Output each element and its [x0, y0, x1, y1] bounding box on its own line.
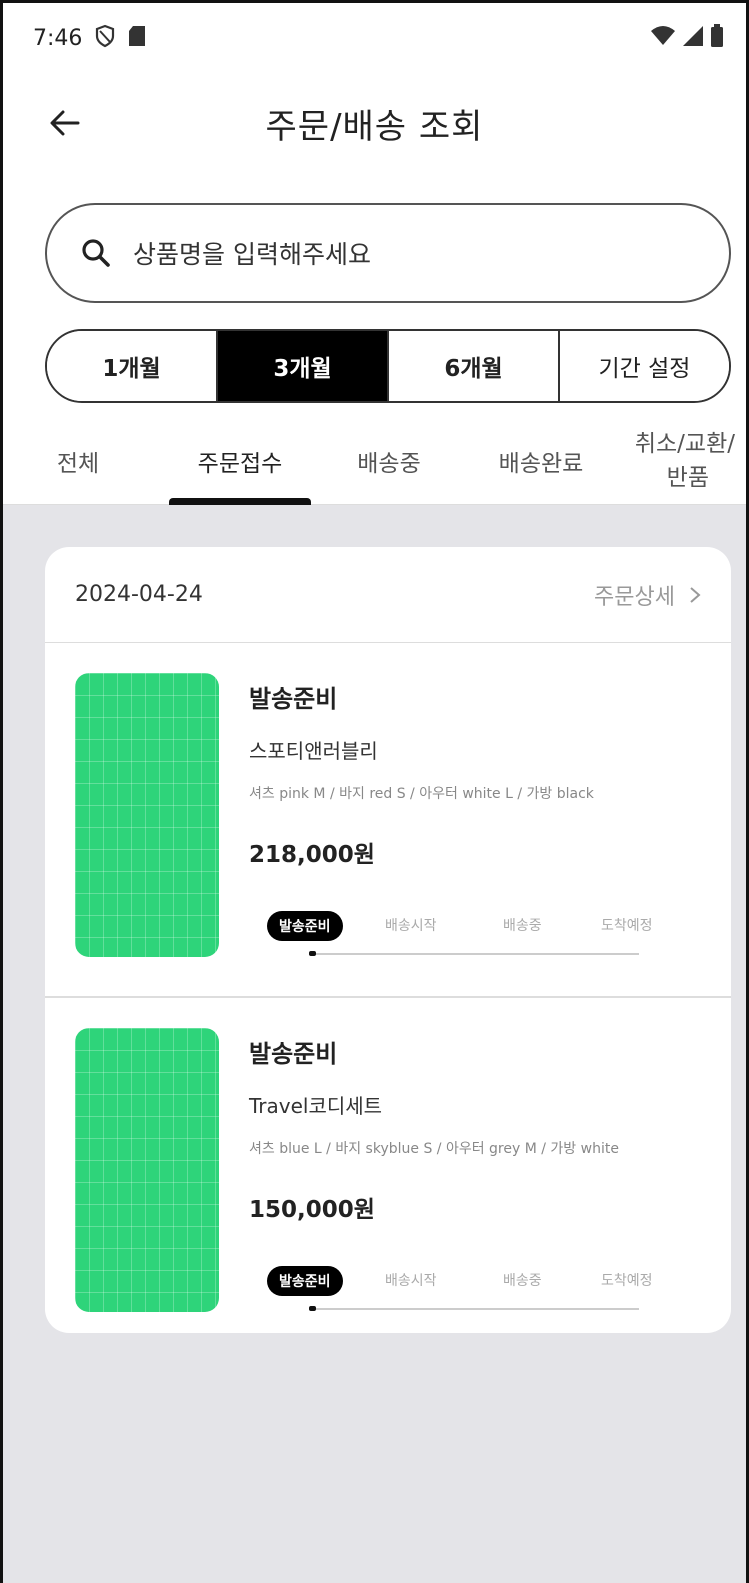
item-status: 발송준비: [249, 685, 338, 713]
order-list: 2024-04-24 주문상세 발송준비 스포티앤러블리 셔츠 pink M /…: [3, 505, 746, 1583]
item-name: Travel코디세트: [249, 1094, 383, 1118]
period-custom[interactable]: 기간 설정: [560, 331, 729, 401]
delivery-progress: 발송준비 배송시작 배송중 도착예정: [267, 911, 679, 963]
step-preparing: 발송준비: [267, 1266, 343, 1296]
status-right: [650, 24, 724, 52]
order-item[interactable]: 발송준비 스포티앤러블리 셔츠 pink M / 바지 red S / 아우터 …: [45, 643, 731, 998]
period-6-months[interactable]: 6개월: [389, 331, 560, 401]
status-bar: 7:46: [3, 3, 746, 73]
order-date: 2024-04-24: [75, 582, 203, 607]
progress-fill: [309, 1306, 316, 1311]
progress-fill: [309, 951, 316, 956]
tab-cancel-label-line2: 반품: [666, 465, 709, 491]
order-card: 2024-04-24 주문상세 발송준비 스포티앤러블리 셔츠 pink M /…: [45, 547, 731, 1333]
order-item[interactable]: 발송준비 Travel코디세트 셔츠 blue L / 바지 skyblue S…: [45, 998, 731, 1333]
search-input[interactable]: 상품명을 입력해주세요: [45, 203, 731, 303]
item-options: 셔츠 pink M / 바지 red S / 아우터 white L / 가방 …: [249, 786, 594, 802]
step-shipping-started: 배송시작: [385, 1273, 437, 1289]
step-in-transit: 배송중: [503, 918, 542, 934]
tab-delivered[interactable]: 배송완료: [483, 417, 599, 505]
step-arrival-expected: 도착예정: [601, 918, 653, 934]
tab-shipping[interactable]: 배송중: [343, 417, 435, 505]
app-screen: 7:46 주문/배송 조회 상품명을 입력해주세요 1개월 3개월 6개월 기간…: [0, 0, 749, 1583]
product-thumbnail: [75, 673, 219, 957]
tab-indicator: [169, 498, 311, 505]
item-price: 150,000원: [249, 1197, 375, 1223]
tab-all[interactable]: 전체: [43, 417, 113, 505]
status-tabs: 전체 주문접수 배송중 배송완료 취소/교환/ 반품: [3, 417, 746, 505]
product-thumbnail: [75, 1028, 219, 1312]
step-arrival-expected: 도착예정: [601, 1273, 653, 1289]
sd-card-icon: [128, 25, 146, 51]
order-header: 2024-04-24 주문상세: [45, 547, 731, 643]
period-selector: 1개월 3개월 6개월 기간 설정: [45, 329, 731, 403]
step-in-transit: 배송중: [503, 1273, 542, 1289]
delivery-progress: 발송준비 배송시작 배송중 도착예정: [267, 1266, 679, 1318]
item-price: 218,000원: [249, 842, 375, 868]
period-3-months[interactable]: 3개월: [218, 331, 389, 401]
tab-cancel-label-line1: 취소/교환/: [634, 431, 735, 457]
status-left: 7:46: [33, 24, 146, 52]
shield-icon: [94, 24, 116, 52]
item-status: 발송준비: [249, 1040, 338, 1068]
progress-track: [309, 1308, 639, 1310]
search-icon: [82, 239, 110, 267]
item-options: 셔츠 blue L / 바지 skyblue S / 아우터 grey M / …: [249, 1141, 619, 1157]
chevron-right-icon: [690, 586, 701, 603]
app-bar: 주문/배송 조회: [3, 73, 746, 173]
order-detail-label: 주문상세: [594, 584, 675, 610]
item-name: 스포티앤러블리: [249, 739, 378, 763]
progress-track: [309, 953, 639, 955]
step-preparing: 발송준비: [267, 911, 343, 941]
battery-icon: [710, 24, 724, 52]
wifi-icon: [650, 25, 676, 51]
status-time: 7:46: [33, 25, 83, 51]
period-1-month[interactable]: 1개월: [47, 331, 218, 401]
search-placeholder: 상품명을 입력해주세요: [133, 240, 371, 269]
tab-order-received[interactable]: 주문접수: [179, 417, 301, 505]
step-shipping-started: 배송시작: [385, 918, 437, 934]
order-detail-link[interactable]: 주문상세: [594, 579, 701, 611]
signal-icon: [682, 25, 704, 51]
tab-cancel-exchange-return[interactable]: 취소/교환/ 반품: [627, 417, 735, 505]
page-title: 주문/배송 조회: [265, 107, 484, 147]
